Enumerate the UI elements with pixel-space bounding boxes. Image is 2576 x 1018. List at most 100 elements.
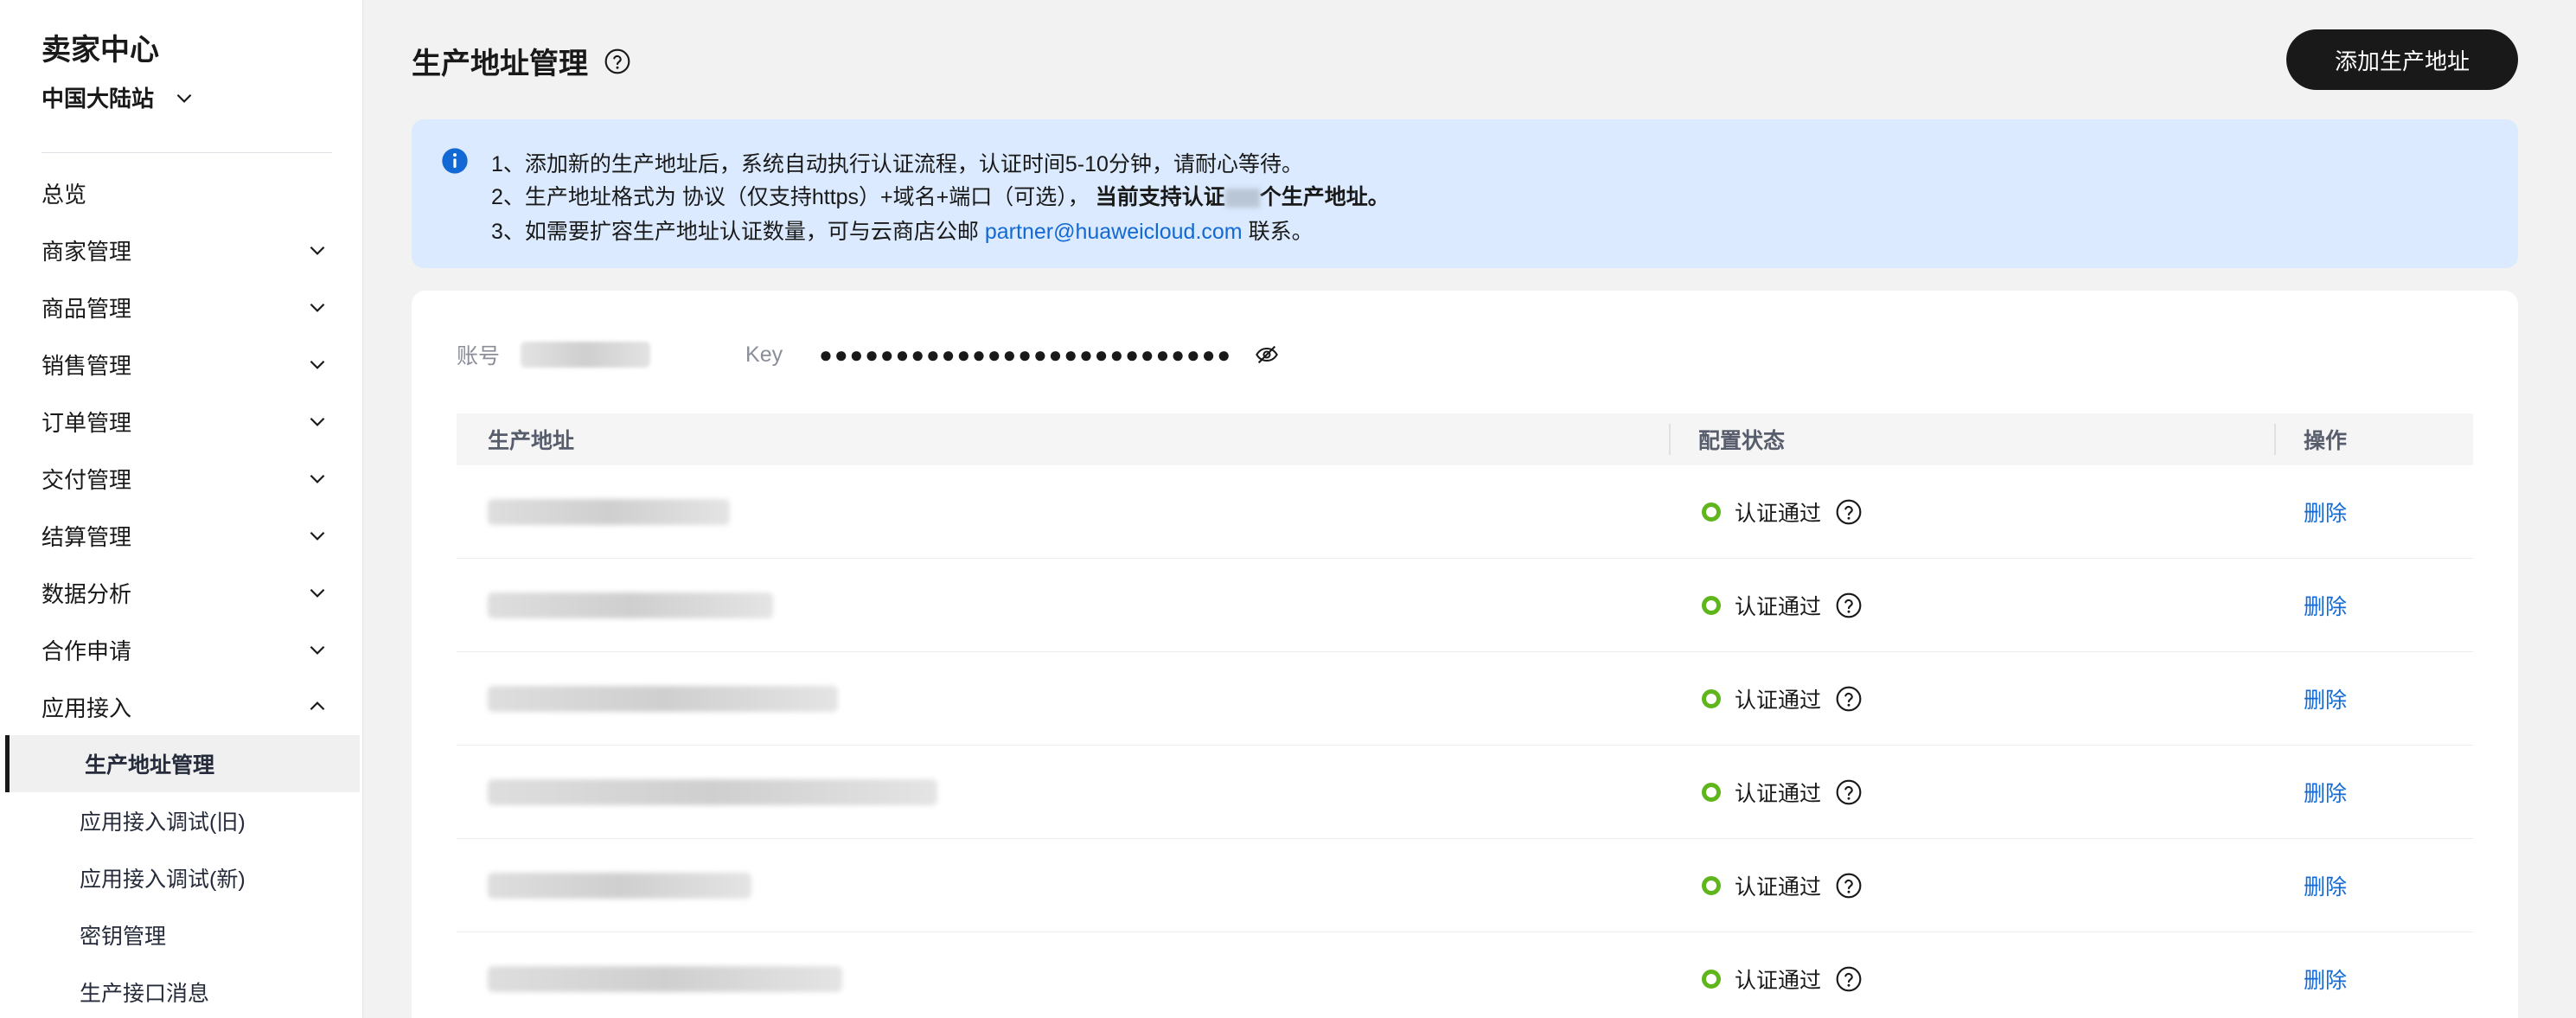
sidebar-subitem-production-messages[interactable]: 生产接口消息 (0, 964, 363, 1018)
key-value: ●●●●●●●●●●●●●●●●●●●●●●●●●●● (819, 341, 1233, 368)
sidebar-item-products[interactable]: 商品管理 (0, 279, 363, 336)
sidebar-subitem-debug-old[interactable]: 应用接入调试(旧) (0, 792, 363, 849)
question-circle-icon[interactable] (1835, 592, 1863, 619)
address-redacted (488, 592, 773, 618)
notice-line-2-bold: 当前支持认证 (1095, 185, 1225, 209)
sidebar-item-label: 总览 (42, 181, 87, 208)
notice-banner: 1、添加新的生产地址后，系统自动执行认证流程，认证时间5-10分钟，请耐心等待。… (412, 119, 2518, 268)
sidebar-item-label: 商家管理 (42, 238, 132, 265)
sidebar-item-orders[interactable]: 订单管理 (0, 393, 363, 450)
sidebar-item-analytics[interactable]: 数据分析 (0, 564, 363, 621)
delete-link[interactable]: 删除 (2304, 590, 2347, 621)
column-divider (2274, 424, 2276, 455)
sidebar-item-sales[interactable]: 销售管理 (0, 336, 363, 393)
address-cell (488, 932, 842, 1018)
redacted-count (1224, 189, 1260, 208)
status-text: 认证通过 (1735, 502, 1822, 526)
sidebar-item-overview[interactable]: 总览 (0, 164, 363, 221)
sidebar-item-settlement[interactable]: 结算管理 (0, 507, 363, 564)
status-cell: 认证通过 (1702, 746, 1863, 839)
delete-link[interactable]: 删除 (2304, 964, 2347, 995)
sidebar-item-label: 合作申请 (42, 637, 132, 664)
sidebar-subitem-key-management[interactable]: 密钥管理 (0, 906, 363, 964)
account-row: 账号 Key ●●●●●●●●●●●●●●●●●●●●●●●●●●● (457, 337, 1279, 372)
question-circle-icon[interactable] (1835, 778, 1863, 806)
status-text: 认证通过 (1735, 969, 1822, 993)
question-circle-icon[interactable] (1835, 872, 1863, 900)
sidebar-menu: 总览 商家管理 商品管理 销售管理 订单管理 交付管理 结算管理 数据分析 合作… (0, 164, 363, 1018)
add-production-address-button[interactable]: 添加生产地址 (2286, 29, 2518, 90)
address-redacted (488, 873, 751, 899)
sidebar-divider (42, 152, 332, 153)
status-ok-icon (1702, 783, 1721, 802)
status-ok-icon (1702, 970, 1721, 989)
notice-line-2: 2、生产地址格式为 协议（仅支持https）+域名+端口（可选）， 当前支持认证… (491, 180, 1390, 211)
sidebar-item-label: 应用接入 (42, 695, 132, 721)
eye-off-icon[interactable] (1255, 343, 1279, 367)
status-cell: 认证通过 (1702, 559, 1863, 652)
address-cell (488, 465, 730, 559)
delete-link[interactable]: 删除 (2304, 496, 2347, 528)
address-cell (488, 652, 838, 746)
address-table: 生产地址 配置状态 操作 认证通过 删除 认证通过 删除 认证通过 删除 认证通… (457, 413, 2473, 1018)
delete-link[interactable]: 删除 (2304, 777, 2347, 808)
delete-link[interactable]: 删除 (2304, 683, 2347, 714)
delete-link[interactable]: 删除 (2304, 870, 2347, 901)
column-header-action: 操作 (2304, 429, 2348, 453)
address-redacted (488, 686, 838, 712)
key-label: Key (745, 342, 783, 367)
chevron-down-icon (306, 410, 329, 432)
address-cell (488, 559, 773, 652)
question-circle-icon[interactable] (604, 48, 631, 75)
region-label: 中国大陆站 (42, 86, 155, 112)
notice-line-3: 3、如需要扩容生产地址认证数量，可与云商店公邮 partner@huaweicl… (491, 214, 1314, 246)
sidebar-item-cooperation[interactable]: 合作申请 (0, 621, 363, 678)
chevron-down-icon (306, 581, 329, 604)
action-cell: 删除 (2304, 839, 2347, 932)
column-header-address: 生产地址 (488, 429, 575, 453)
action-cell: 删除 (2304, 932, 2347, 1018)
table-header: 生产地址 配置状态 操作 (457, 413, 2473, 465)
brand-title: 卖家中心 (42, 34, 159, 67)
chevron-down-icon (306, 353, 329, 375)
sidebar-subitem-production-address[interactable]: 生产地址管理 (5, 735, 360, 792)
sidebar-item-label: 销售管理 (42, 352, 132, 379)
table-row: 认证通过 删除 (457, 652, 2473, 746)
chevron-down-icon (306, 638, 329, 661)
address-cell (488, 839, 751, 932)
account-value-redacted (521, 342, 651, 368)
sidebar: 卖家中心 中国大陆站 总览 商家管理 商品管理 销售管理 订单管理 交付管理 结… (0, 0, 363, 1018)
notice-line-1: 1、添加新的生产地址后，系统自动执行认证流程，认证时间5-10分钟，请耐心等待。 (491, 152, 1303, 176)
status-ok-icon (1702, 596, 1721, 615)
table-row: 认证通过 删除 (457, 559, 2473, 652)
region-selector[interactable]: 中国大陆站 (42, 81, 195, 113)
question-circle-icon[interactable] (1835, 685, 1863, 713)
sidebar-item-label: 商品管理 (42, 295, 132, 322)
status-ok-icon (1702, 876, 1721, 895)
question-circle-icon[interactable] (1835, 965, 1863, 993)
sidebar-item-label: 结算管理 (42, 523, 132, 550)
sidebar-item-label: 交付管理 (42, 466, 132, 493)
sidebar-subitem-debug-new[interactable]: 应用接入调试(新) (0, 849, 363, 906)
notice-line-3-text: 3、如需要扩容生产地址认证数量，可与云商店公邮 (491, 220, 985, 244)
main-content: 生产地址管理 添加生产地址 1、添加新的生产地址后，系统自动执行认证流程，认证时… (363, 0, 2576, 1018)
notice-line-3-suffix: 联系。 (1242, 220, 1314, 244)
status-cell: 认证通过 (1702, 465, 1863, 559)
column-header-status: 配置状态 (1698, 429, 1786, 453)
sidebar-item-merchant[interactable]: 商家管理 (0, 221, 363, 279)
address-redacted (488, 779, 937, 805)
sidebar-item-delivery[interactable]: 交付管理 (0, 450, 363, 507)
table-row: 认证通过 删除 (457, 465, 2473, 559)
sidebar-item-app-access[interactable]: 应用接入 (0, 678, 363, 735)
address-cell (488, 746, 937, 839)
column-divider (1669, 424, 1671, 455)
page-title-text: 生产地址管理 (412, 48, 588, 80)
status-text: 认证通过 (1735, 782, 1822, 806)
sidebar-item-label: 数据分析 (42, 580, 132, 607)
question-circle-icon[interactable] (1835, 498, 1863, 526)
info-icon (441, 147, 469, 175)
status-cell: 认证通过 (1702, 839, 1863, 932)
partner-email-link[interactable]: partner@huaweicloud.com (985, 220, 1243, 244)
page-title: 生产地址管理 (412, 40, 631, 82)
notice-line-2-text: 2、生产地址格式为 协议（仅支持https）+域名+端口（可选）， (491, 185, 1090, 209)
